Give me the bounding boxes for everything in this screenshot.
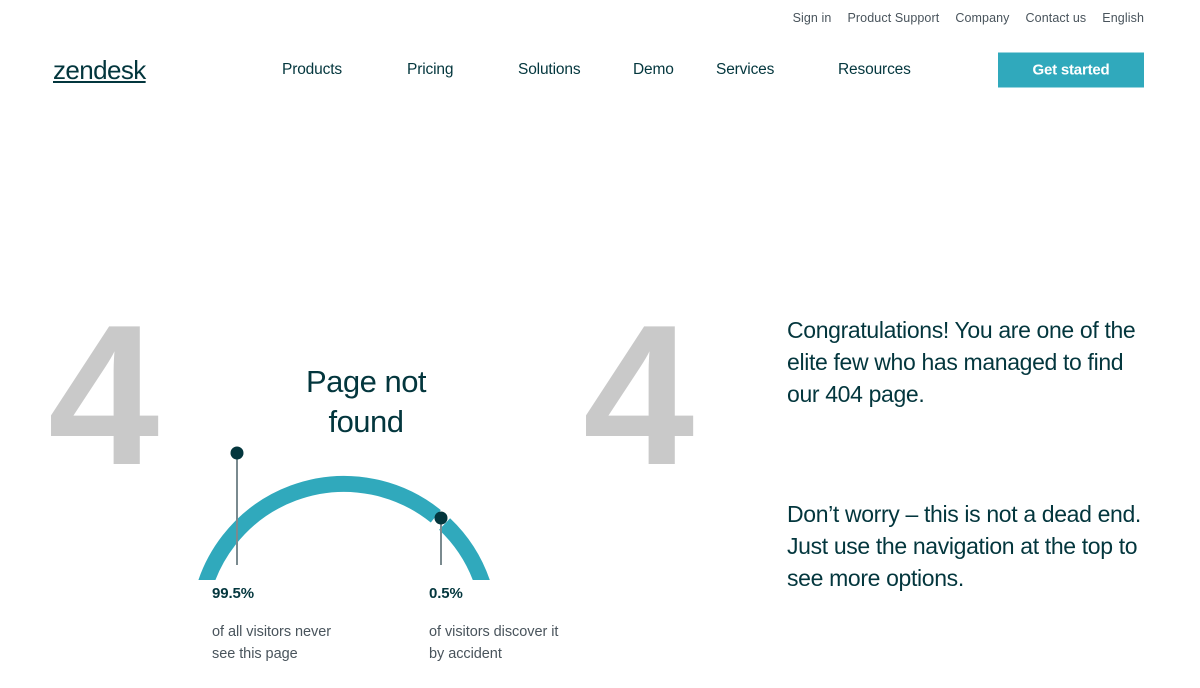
donut-center-label: Page not found xyxy=(196,362,536,442)
stat-item: 99.5% of all visitors never see this pag… xyxy=(212,585,412,665)
digit-four-right: 4 xyxy=(583,284,694,507)
marker-dot-major xyxy=(230,446,244,460)
stat-description: of all visitors never see this page xyxy=(212,621,412,665)
donut-slice-major xyxy=(198,475,490,580)
stat-value: 99.5% xyxy=(212,585,255,602)
stat-description-line-1: of visitors discover it xyxy=(429,624,559,640)
stat-description-line-2: by accident xyxy=(429,646,502,662)
stat-description-line-1: of all visitors never xyxy=(212,624,332,640)
stat-description: of visitors discover it by accident xyxy=(429,621,629,665)
digit-four-left: 4 xyxy=(48,284,159,507)
stat-description-line-2: see this page xyxy=(212,646,298,662)
donut-center-line-1: Page not xyxy=(305,364,427,399)
hero-paragraph-1: Congratulations! You are one of the elit… xyxy=(787,317,1136,407)
donut-center-line-2: found xyxy=(328,404,404,439)
hero-paragraph-2: Don’t worry – this is not a dead end. Ju… xyxy=(787,501,1141,591)
donut-chart: Page not found xyxy=(196,228,540,580)
hero-copy: Congratulations! You are one of the elit… xyxy=(787,314,1145,594)
marker-dot-minor xyxy=(434,511,448,525)
page-404: Sign in Product Support Company Contact … xyxy=(0,0,1200,688)
hero-404: 4 4 Page not found 99.5% of all visitors… xyxy=(0,0,1200,688)
stat-item: 0.5% of visitors discover it by accident xyxy=(429,585,629,665)
stat-value: 0.5% xyxy=(429,585,463,602)
